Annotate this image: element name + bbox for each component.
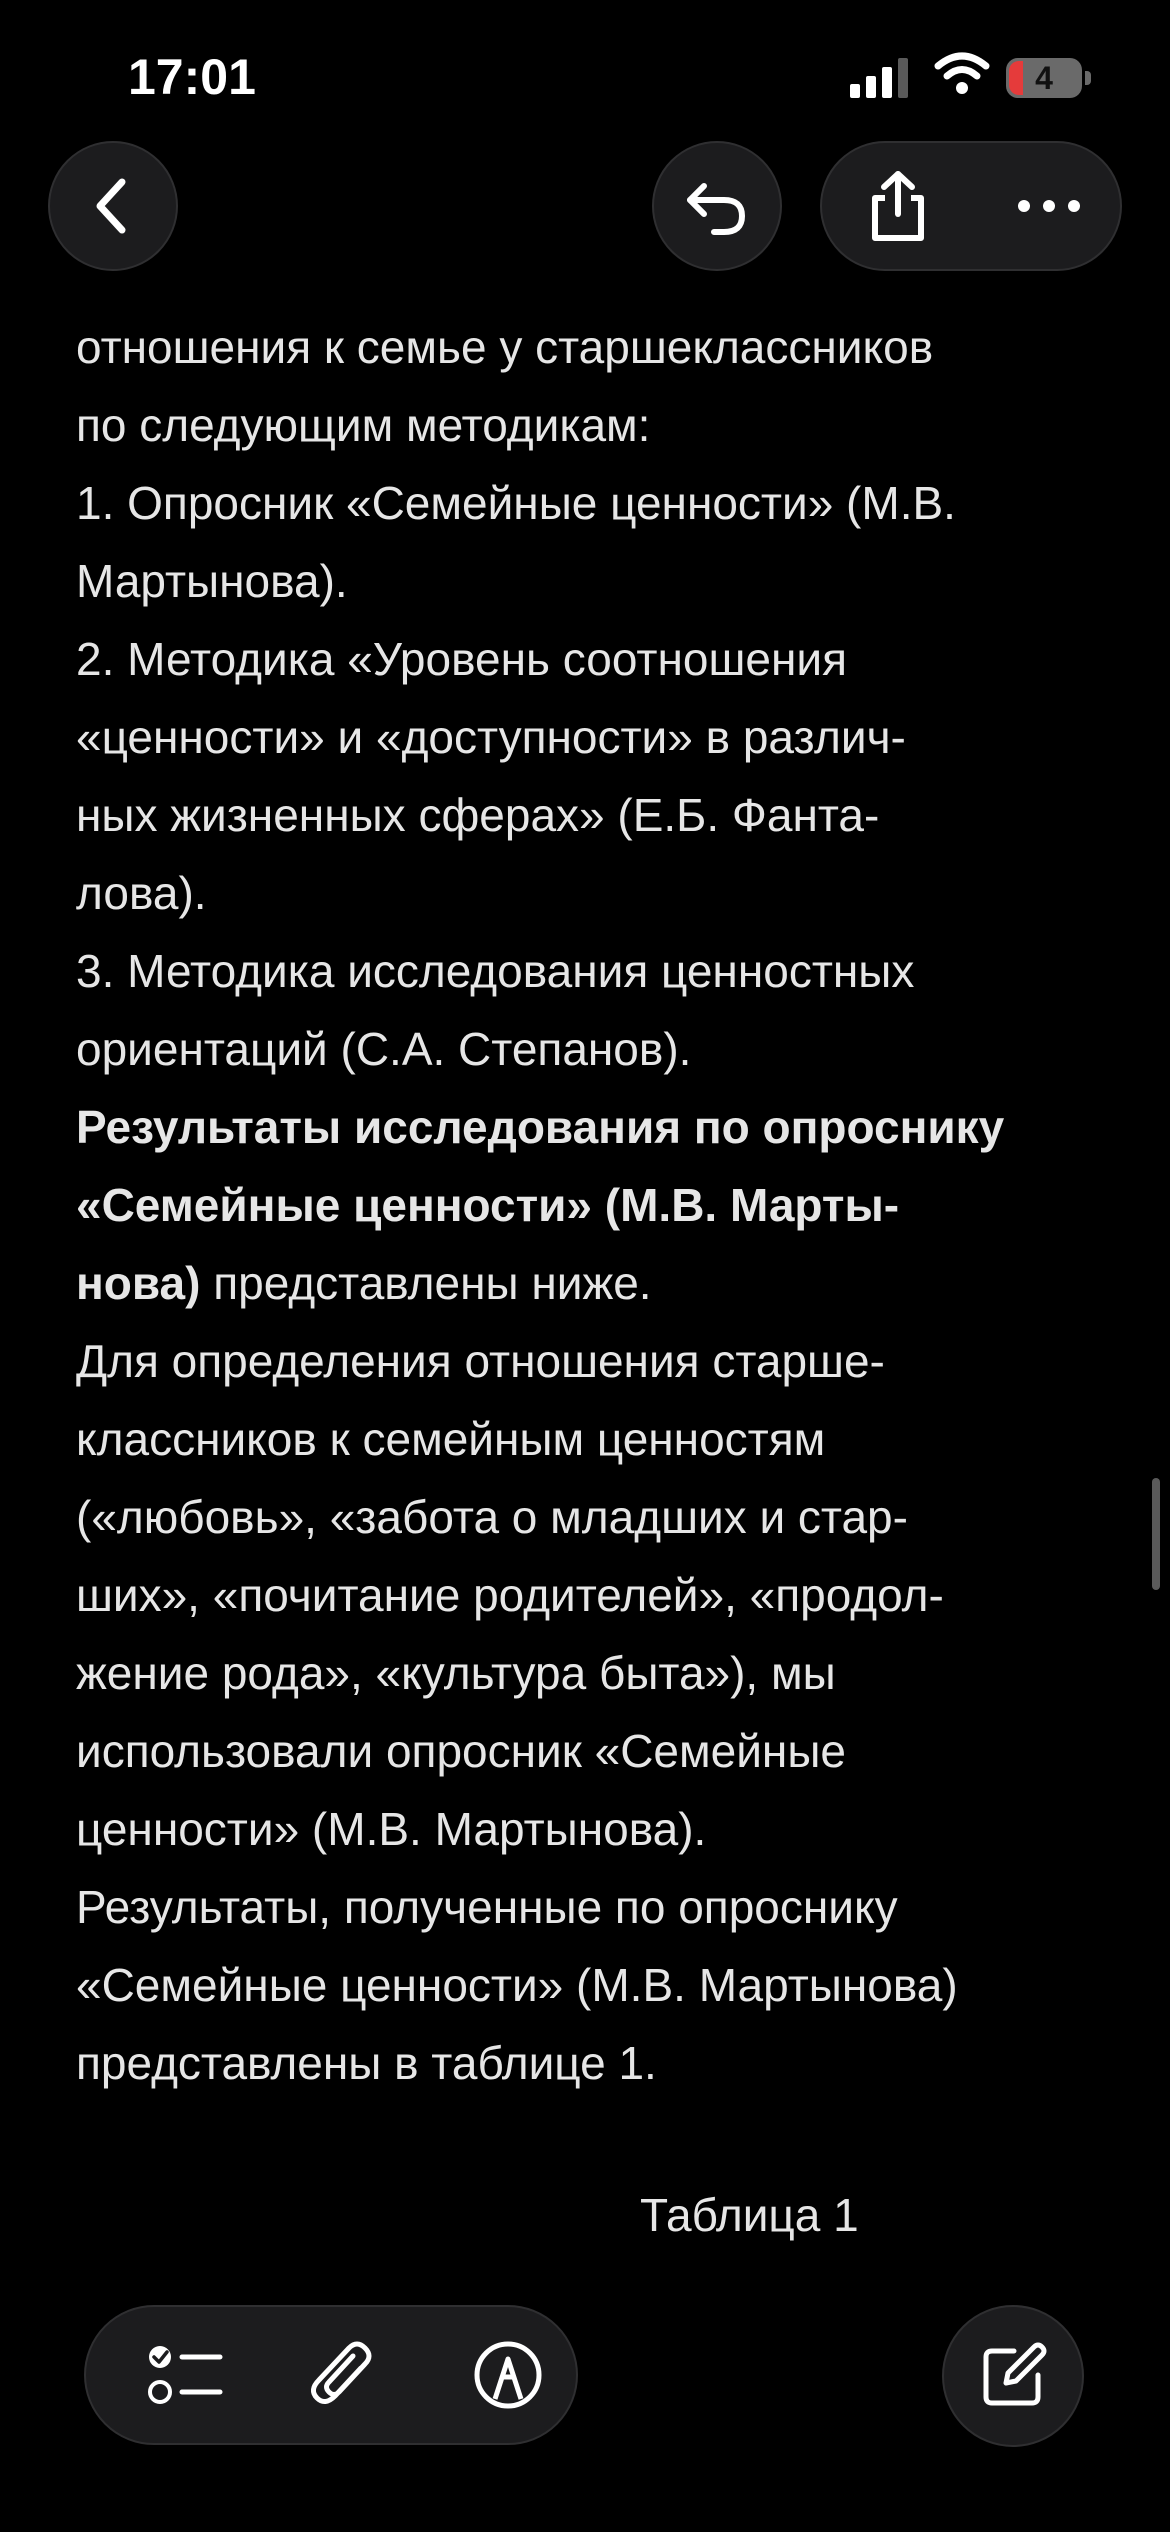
text-line: ориентаций (С.А. Степанов). [76,1023,692,1075]
results-heading-line: нова) представлены ниже. [76,1244,1106,1322]
status-time: 17:01 [128,49,256,105]
bottom-toolbar [84,2305,578,2445]
text-line: представлены в таблице 1. [76,2037,657,2089]
text-line: ных жизненных сферах» (Е.Б. Фанта- [76,789,880,841]
wifi-icon [934,52,990,94]
text-line: ценности» (М.В. Мартынова). [76,1803,707,1855]
text-line: классников к семейным ценностям [76,1413,826,1465]
text-line: 2. Методика «Уровень соотношения [76,633,847,685]
results-heading-line: Результаты исследования по опроснику [76,1101,1005,1153]
text-line: «Семейные ценности» (М.В. Мартынова) [76,1959,958,2011]
battery-level: 4 [1035,60,1053,96]
markup-pen-icon [474,2341,542,2409]
results-heading-end: нова) [76,1257,201,1309]
text-line: лова). [76,867,207,919]
scroll-indicator[interactable] [1152,1478,1160,1590]
text-line: жение рода», «культура быта»), мы [76,1647,836,1699]
share-button[interactable] [822,143,973,269]
results-heading-line: «Семейные ценности» (М.В. Марты- [76,1179,900,1231]
text-line: 1. Опросник «Семейные ценности» (М.В. [76,477,956,529]
results-heading-rest: представлены ниже. [200,1257,652,1309]
table-caption: Таблица 1 [640,2189,859,2241]
markup-button[interactable] [448,2307,568,2443]
actions-group [820,141,1122,271]
text-line: 3. Методика исследования ценностных [76,945,915,997]
paperclip-icon [311,2341,372,2404]
undo-button[interactable] [652,141,782,271]
text-line: Результаты, полученные по опроснику [76,1881,898,1933]
text-line: Мартынова). [76,555,348,607]
text-line: («любовь», «забота о младших и стар- [76,1491,908,1543]
chevron-left-icon [96,178,126,234]
text-line: ших», «почитание родителей», «продол- [76,1569,944,1621]
back-button[interactable] [48,141,178,271]
share-icon [871,171,924,241]
note-body[interactable]: отношения к семье у старшеклассников по … [76,308,1106,2102]
compose-button[interactable] [942,2305,1084,2447]
checklist-button[interactable] [126,2307,246,2443]
undo-icon [687,183,746,235]
battery-indicator: 4 [1006,58,1092,98]
text-line: Для определения отношения старше- [76,1335,885,1387]
text-line: использовали опросник «Семейные [76,1725,846,1777]
text-line: «ценности» и «доступности» в различ- [76,711,906,763]
text-line: отношения к семье у старшеклассников [76,321,934,373]
cellular-signal-icon [850,58,908,98]
compose-icon [983,2342,1047,2406]
ellipsis-icon [1017,200,1080,212]
attach-button[interactable] [282,2307,402,2443]
checklist-icon [148,2346,223,2404]
text-line: по следующим методикам: [76,399,651,451]
more-button[interactable] [973,143,1124,269]
